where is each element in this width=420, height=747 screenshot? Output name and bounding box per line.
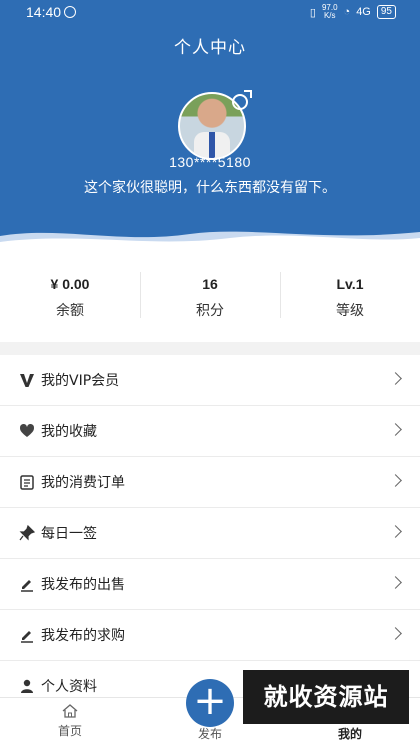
stat-points[interactable]: 16 积分 — [140, 250, 280, 342]
network-speed-unit: K/s — [323, 11, 336, 20]
tab-mine[interactable]: 我的 — [310, 725, 390, 742]
chevron-right-icon — [389, 576, 402, 589]
stat-level[interactable]: Lv.1 等级 — [280, 250, 420, 342]
battery-icon: 95 — [376, 5, 396, 19]
vibrate-icon: ▯ — [309, 6, 316, 19]
tab-publish[interactable]: 发布 — [170, 725, 250, 742]
watermark: 就收资源站 — [243, 670, 409, 724]
stat-value: Lv.1 — [336, 276, 364, 292]
menu-item-orders[interactable]: 我的消费订单 — [0, 457, 420, 508]
alarm-icon — [64, 6, 76, 18]
user-motto: 这个家伙很聪明，什么东西都没有留下。 — [84, 180, 336, 196]
chevron-right-icon — [389, 372, 402, 385]
chevron-right-icon — [389, 423, 402, 436]
menu-item-label: 我的收藏 — [41, 424, 97, 440]
publish-plus-button[interactable]: + — [186, 679, 234, 727]
stat-label: 等级 — [336, 303, 364, 319]
tab-label: 首页 — [57, 724, 82, 738]
profile-header: 14:40 ▯ 97.0 K/s ◔ 4G 95 个人中心 130****5180… — [0, 0, 420, 250]
chevron-right-icon — [389, 474, 402, 487]
menu-item-label: 我的消费订单 — [41, 475, 125, 491]
wave-decoration — [0, 231, 420, 250]
home-icon — [62, 704, 78, 718]
menu-item-vip[interactable]: 我的VIP会员 — [0, 355, 420, 406]
status-bar: 14:40 ▯ 97.0 K/s ◔ 4G 95 — [0, 0, 420, 24]
menu-item-favorites[interactable]: 我的收藏 — [0, 406, 420, 457]
wifi-icon: ◔ — [343, 6, 351, 18]
page-title: 个人中心 — [174, 38, 246, 58]
tab-home[interactable]: 首页 — [30, 698, 110, 739]
vip-icon — [20, 374, 34, 387]
pin-icon — [19, 525, 35, 541]
edit-icon — [21, 631, 33, 643]
menu-item-daily-checkin[interactable]: 每日一签 — [0, 508, 420, 559]
user-phone: 130****5180 — [169, 154, 251, 170]
tab-label: 发布 — [197, 727, 222, 741]
person-icon — [21, 679, 33, 693]
order-icon — [20, 475, 34, 490]
menu-item-label: 我的VIP会员 — [41, 373, 120, 389]
stat-label: 积分 — [196, 303, 224, 319]
menu-item-label: 每日一签 — [41, 526, 97, 542]
menu-item-my-requests[interactable]: 我发布的求购 — [0, 610, 420, 661]
status-time: 14:40 — [26, 4, 62, 20]
menu-item-label: 我发布的出售 — [41, 577, 125, 593]
stat-value: ¥ 0.00 — [50, 276, 90, 292]
chevron-right-icon — [389, 627, 402, 640]
status-right: ▯ 97.0 K/s ◔ 4G 95 — [310, 4, 396, 20]
menu-item-label: 个人资料 — [41, 679, 97, 695]
stats-panel: ¥ 0.00 余额 16 积分 Lv.1 等级 — [0, 250, 420, 342]
network-speed: 97.0 K/s — [322, 4, 338, 20]
signal-label: 4G — [356, 6, 371, 18]
stat-label: 余额 — [56, 303, 84, 319]
menu-list: 我的VIP会员 我的收藏 我的消费订单 每日一签 我发布的出售 我发布的求购 个… — [0, 355, 420, 712]
edit-icon — [21, 580, 33, 592]
male-icon — [232, 90, 252, 110]
chevron-right-icon — [389, 525, 402, 538]
menu-item-my-sales[interactable]: 我发布的出售 — [0, 559, 420, 610]
tab-label: 我的 — [337, 727, 362, 741]
stat-balance[interactable]: ¥ 0.00 余额 — [0, 250, 140, 342]
menu-item-label: 我发布的求购 — [41, 628, 125, 644]
heart-icon — [19, 423, 35, 437]
stat-value: 16 — [202, 276, 218, 292]
